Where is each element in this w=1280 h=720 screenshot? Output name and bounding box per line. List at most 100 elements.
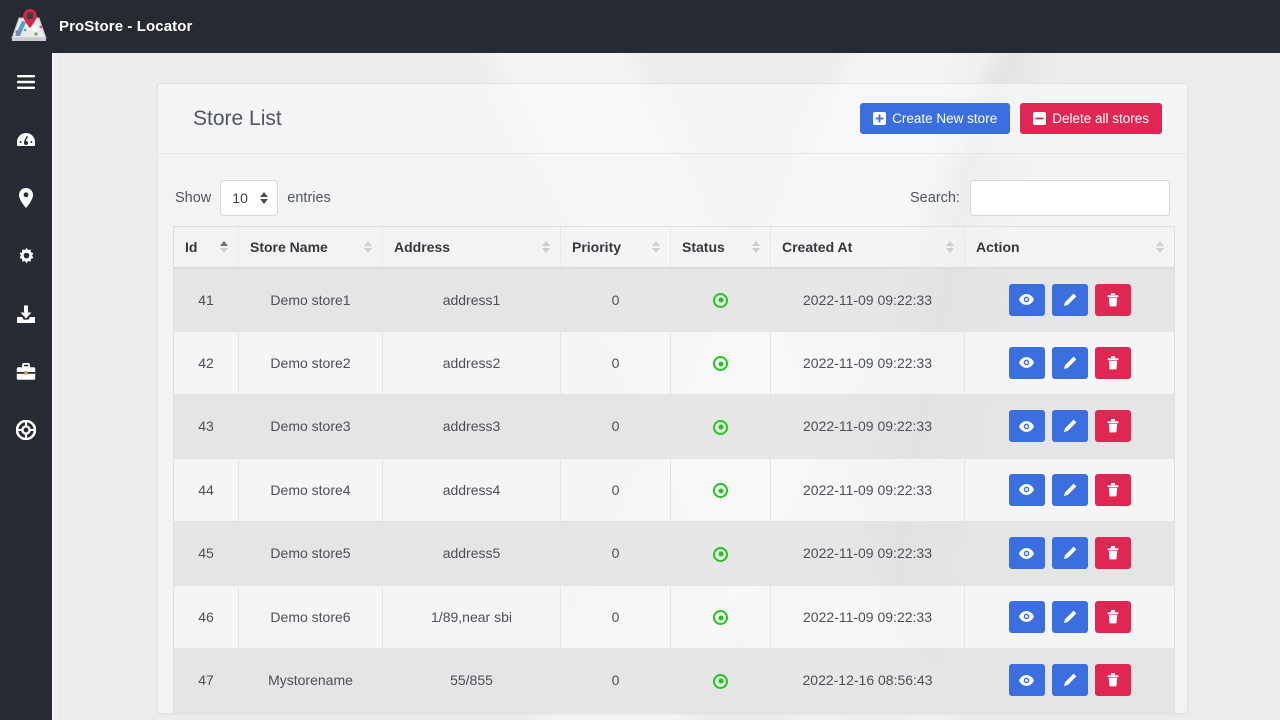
cell-status xyxy=(670,458,771,522)
dashboard-gauge-icon xyxy=(16,130,36,150)
sort-indicator-icon xyxy=(652,240,660,253)
view-button[interactable] xyxy=(1008,537,1045,570)
page-length-select[interactable]: 10 xyxy=(220,180,279,216)
sort-indicator-icon xyxy=(946,240,954,253)
view-button[interactable] xyxy=(1008,283,1045,316)
column-header-status[interactable]: Status xyxy=(670,226,771,269)
edit-button[interactable] xyxy=(1051,283,1088,316)
store-table: Id Store Name Address Priority Status Cr… xyxy=(173,226,1175,713)
column-header-address[interactable]: Address xyxy=(382,226,561,269)
sort-indicator-icon xyxy=(364,240,372,253)
eye-icon xyxy=(1019,420,1034,433)
view-button[interactable] xyxy=(1008,410,1045,443)
cell-action xyxy=(964,521,1175,586)
cell-action xyxy=(964,394,1175,459)
hamburger-menu-icon[interactable] xyxy=(0,53,52,111)
sidebar-item-dashboard[interactable] xyxy=(0,111,52,169)
view-button[interactable] xyxy=(1008,346,1045,379)
sidebar-item-business[interactable] xyxy=(0,343,52,401)
download-icon xyxy=(16,305,36,324)
column-label: Id xyxy=(185,238,198,255)
delete-button[interactable] xyxy=(1094,664,1131,697)
column-header-priority[interactable]: Priority xyxy=(560,226,671,269)
edit-button[interactable] xyxy=(1051,473,1088,506)
delete-button[interactable] xyxy=(1094,537,1131,570)
sidebar-item-import[interactable] xyxy=(0,285,52,343)
view-button[interactable] xyxy=(1008,600,1045,633)
delete-button[interactable] xyxy=(1094,346,1131,379)
delete-all-stores-button[interactable]: Delete all stores xyxy=(1020,102,1162,135)
cell-address: address1 xyxy=(382,267,561,332)
eye-icon xyxy=(1019,674,1034,687)
page-length-value: 10 xyxy=(232,190,248,206)
column-header-created-at[interactable]: Created At xyxy=(770,226,965,269)
cell-address: address3 xyxy=(382,394,561,459)
column-label: Store Name xyxy=(250,238,328,255)
cell-id: 44 xyxy=(173,458,239,522)
page-title: Store List xyxy=(193,106,282,130)
column-header-store-name[interactable]: Store Name xyxy=(238,226,383,269)
store-list-card: Store List Create New store Delete all s… xyxy=(157,83,1188,714)
cell-store-name: Demo store1 xyxy=(238,267,383,332)
row-action-group xyxy=(971,664,1168,697)
cell-store-name: Demo store6 xyxy=(238,585,383,649)
delete-button[interactable] xyxy=(1094,410,1131,443)
pencil-icon xyxy=(1063,356,1077,370)
page-background: Store List Create New store Delete all s… xyxy=(52,53,1280,720)
cell-status xyxy=(670,521,771,586)
create-new-store-label: Create New store xyxy=(892,110,998,126)
cell-priority: 0 xyxy=(560,331,671,395)
row-action-group xyxy=(971,283,1168,316)
search-control: Search: xyxy=(910,180,1170,216)
edit-button[interactable] xyxy=(1051,346,1088,379)
cell-store-name: Demo store4 xyxy=(238,458,383,522)
view-button[interactable] xyxy=(1008,473,1045,506)
sidebar-item-support[interactable] xyxy=(0,401,52,459)
delete-button[interactable] xyxy=(1094,283,1131,316)
table-row: 45 Demo store5 address5 0 2022-11-09 09:22:3… xyxy=(173,521,1175,586)
delete-button[interactable] xyxy=(1094,473,1131,506)
row-action-group xyxy=(971,473,1168,506)
edit-button[interactable] xyxy=(1051,410,1088,443)
sidebar-item-settings[interactable] xyxy=(0,227,52,285)
cell-priority: 0 xyxy=(560,267,671,332)
pencil-icon xyxy=(1063,673,1077,687)
content-left-edge xyxy=(52,53,58,720)
cell-action xyxy=(964,267,1175,332)
cell-id: 41 xyxy=(173,267,239,332)
trash-icon xyxy=(1107,292,1119,307)
cell-address: address5 xyxy=(382,521,561,586)
dot-circle-icon xyxy=(713,419,728,435)
sort-indicator-icon xyxy=(1156,240,1164,253)
cell-created-at: 2022-11-09 09:22:33 xyxy=(770,458,965,522)
eye-icon xyxy=(1019,610,1034,623)
cell-created-at: 2022-11-09 09:22:33 xyxy=(770,585,965,649)
left-sidebar xyxy=(0,53,52,720)
pencil-icon xyxy=(1063,483,1077,497)
delete-button[interactable] xyxy=(1094,600,1131,633)
edit-button[interactable] xyxy=(1051,664,1088,697)
cell-store-name: Mystorename xyxy=(238,648,383,713)
column-label: Priority xyxy=(572,238,622,255)
table-row: 44 Demo store4 address4 0 2022-11-09 09:22:3… xyxy=(173,458,1175,522)
table-row: 41 Demo store1 address1 0 2022-11-09 09:22:3… xyxy=(173,267,1175,332)
edit-button[interactable] xyxy=(1051,600,1088,633)
column-header-action[interactable]: Action xyxy=(964,226,1175,269)
create-new-store-button[interactable]: Create New store xyxy=(860,102,1011,135)
sort-indicator-icon xyxy=(542,240,550,253)
cell-priority: 0 xyxy=(560,394,671,459)
cell-id: 46 xyxy=(173,585,239,649)
column-header-id[interactable]: Id xyxy=(173,226,239,269)
search-input[interactable] xyxy=(970,180,1170,216)
map-pin-logo-icon[interactable] xyxy=(5,6,49,48)
cell-priority: 0 xyxy=(560,585,671,649)
edit-button[interactable] xyxy=(1051,537,1088,570)
sidebar-item-locations[interactable] xyxy=(0,169,52,227)
eye-icon xyxy=(1019,293,1034,306)
view-button[interactable] xyxy=(1008,664,1045,697)
eye-icon xyxy=(1019,547,1034,560)
cell-action xyxy=(964,458,1175,522)
cell-address: address2 xyxy=(382,331,561,395)
cell-created-at: 2022-11-09 09:22:33 xyxy=(770,521,965,586)
cell-store-name: Demo store5 xyxy=(238,521,383,586)
